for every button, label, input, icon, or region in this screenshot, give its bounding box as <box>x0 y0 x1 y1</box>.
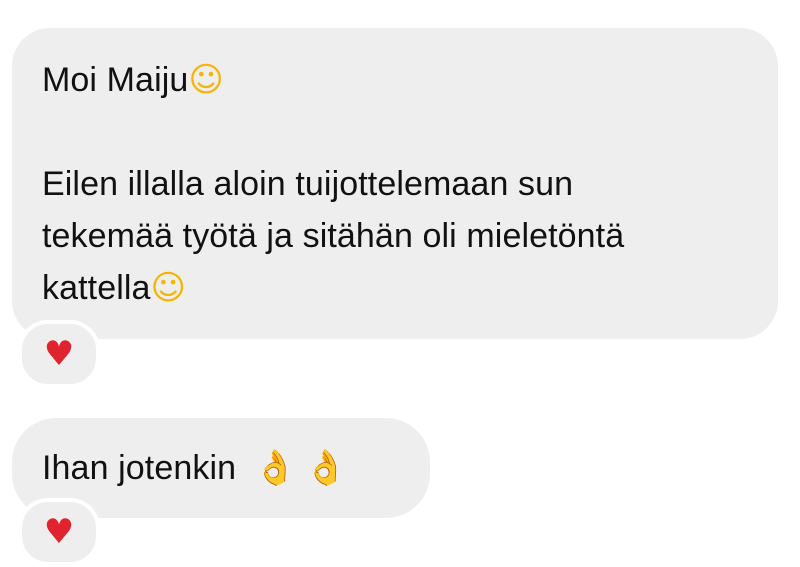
message-line: tekemää työtä ja sitähän oli mieletöntä <box>42 217 625 255</box>
smiling-face-with-hearts-icon: ☺ <box>150 268 187 308</box>
message-text: kattella <box>42 269 151 307</box>
message-text: Ihan jotenkin <box>42 449 237 487</box>
message-line: Moi Maiju☺ <box>42 54 748 106</box>
heart-icon: ♥ <box>43 512 75 552</box>
ok-hand-icon: 👌 <box>304 448 347 488</box>
message-bubble[interactable]: Moi Maiju☺ Eilen illalla aloin tuijottel… <box>12 28 778 339</box>
smiling-face-with-hearts-icon: ☺ <box>188 60 224 100</box>
message-thread: Moi Maiju☺ Eilen illalla aloin tuijottel… <box>0 0 800 567</box>
reaction-badge[interactable]: ♥ <box>18 498 100 566</box>
message-line: Eilen illalla aloin tuijottelemaan sun <box>42 165 574 203</box>
heart-icon: ♥ <box>43 334 75 374</box>
ok-hand-icon: 👌 <box>254 448 297 488</box>
message-text: Moi Maiju <box>42 61 189 99</box>
message-line: Ihan jotenkin 👌 👌 <box>42 442 400 494</box>
reaction-badge[interactable]: ♥ <box>18 320 100 388</box>
message-line: kattella☺ <box>42 262 748 314</box>
